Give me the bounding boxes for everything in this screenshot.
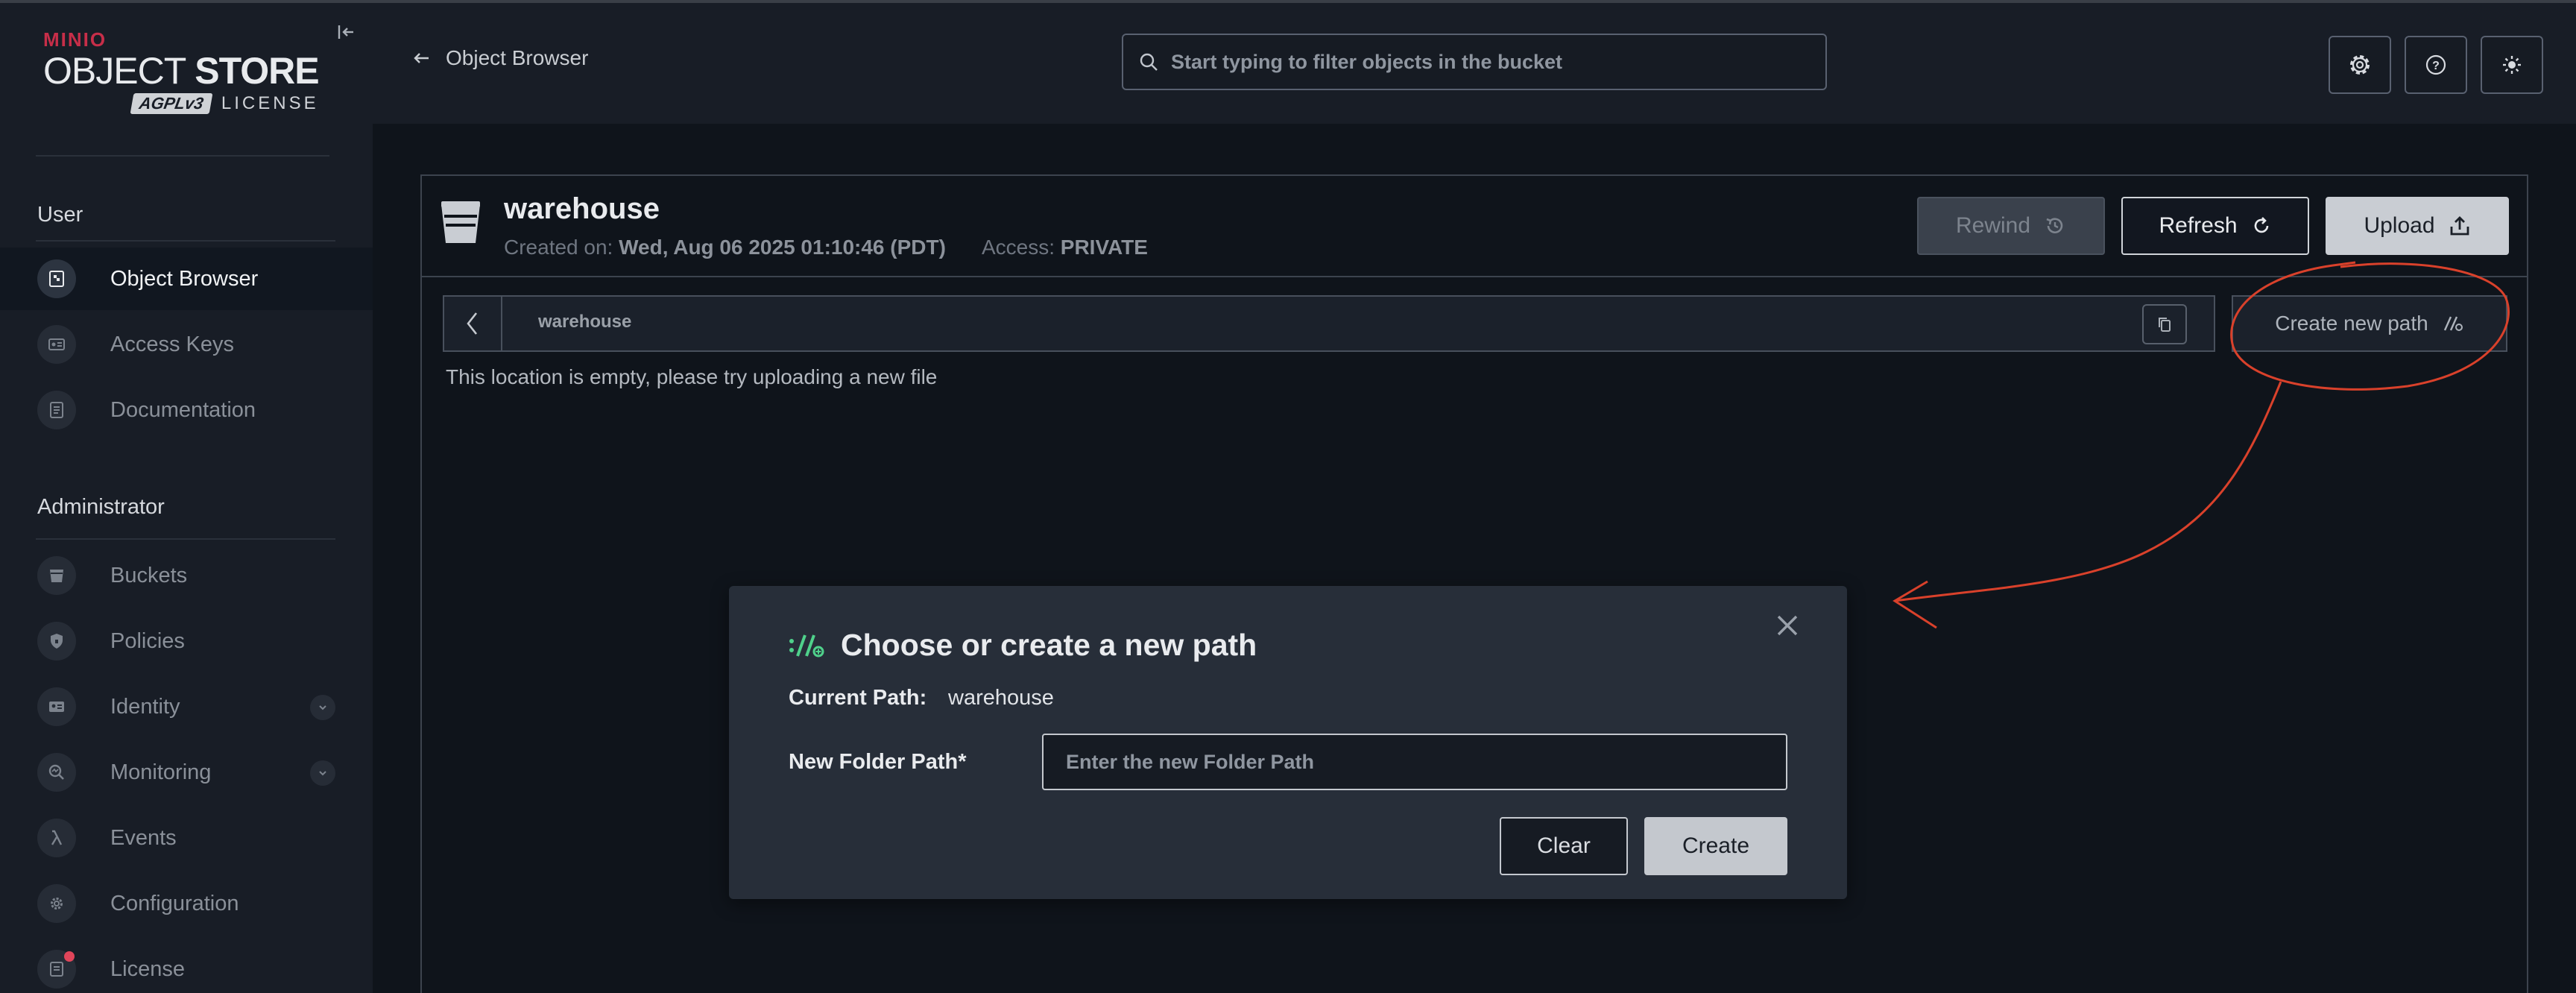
empty-location-message: This location is empty, please try uploa… xyxy=(446,365,938,388)
chevron-down-icon[interactable] xyxy=(310,760,335,786)
license-icon xyxy=(37,950,76,989)
top-header: Object Browser ? xyxy=(373,3,2576,124)
arrow-left-icon xyxy=(414,53,429,63)
sidebar-item-label: Object Browser xyxy=(110,266,259,291)
back-to-object-browser[interactable]: Object Browser xyxy=(413,46,588,70)
sidebar-divider xyxy=(36,155,329,157)
sidebar-group-administrator: Administrator xyxy=(37,495,165,519)
create-path-dialog: Choose or create a new path Current Path… xyxy=(729,586,1847,899)
sidebar-item-policies[interactable]: Policies xyxy=(0,610,373,672)
notification-dot xyxy=(64,951,75,962)
policy-shield-icon xyxy=(37,622,76,661)
identity-card-icon xyxy=(37,687,76,726)
sidebar-item-access-keys[interactable]: Access Keys xyxy=(0,313,373,376)
lambda-icon xyxy=(37,819,76,857)
current-path-value: warehouse xyxy=(948,686,1054,710)
object-filter-search[interactable] xyxy=(1122,34,1827,90)
created-value: Wed, Aug 06 2025 01:10:46 (PDT) xyxy=(619,236,946,259)
documentation-icon xyxy=(37,391,76,429)
sidebar-item-label: Policies xyxy=(110,628,185,653)
sidebar-divider xyxy=(36,240,335,242)
settings-icon xyxy=(2350,55,2370,75)
create-new-path-button[interactable]: Create new path xyxy=(2232,295,2507,352)
sidebar-item-label: Buckets xyxy=(110,563,188,587)
path-back-button[interactable] xyxy=(444,297,502,350)
bucket-icon xyxy=(37,556,76,595)
sidebar-item-label: Monitoring xyxy=(110,760,212,784)
collapse-sidebar-icon[interactable] xyxy=(334,22,358,46)
access-value: PRIVATE xyxy=(1060,236,1148,259)
sidebar-item-configuration[interactable]: Configuration xyxy=(0,872,373,935)
brand-product: OBJECT STORE xyxy=(43,50,320,92)
sidebar-item-object-browser[interactable]: Object Browser xyxy=(0,248,373,310)
svg-text:?: ? xyxy=(2432,60,2440,72)
copy-icon xyxy=(2159,318,2171,332)
sidebar-item-monitoring[interactable]: Monitoring xyxy=(0,741,373,804)
clear-button[interactable]: Clear xyxy=(1500,817,1628,875)
license-word: LICENSE xyxy=(221,93,319,113)
search-input[interactable] xyxy=(1171,50,1825,74)
refresh-icon xyxy=(2254,217,2268,233)
sidebar-item-documentation[interactable]: Documentation xyxy=(0,379,373,441)
dialog-title-text: Choose or create a new path xyxy=(841,628,1257,662)
create-new-path-label: Create new path xyxy=(2275,312,2428,335)
sidebar-item-events[interactable]: Events xyxy=(0,807,373,869)
sidebar: MINIO OBJECT STORE AGPLv3 LICENSE User O… xyxy=(0,3,373,993)
sidebar-item-label: Events xyxy=(110,825,177,850)
create-button[interactable]: Create xyxy=(1644,817,1787,875)
upload-button[interactable]: Upload xyxy=(2326,197,2509,255)
gear-icon xyxy=(37,884,76,923)
new-folder-path-label: New Folder Path* xyxy=(789,750,967,774)
copy-path-button[interactable] xyxy=(2142,304,2187,344)
settings-button[interactable] xyxy=(2329,36,2391,94)
theme-toggle-icon xyxy=(2503,56,2521,74)
upload-icon xyxy=(2450,216,2469,236)
new-folder-path-input[interactable] xyxy=(1042,734,1787,790)
bucket-header: warehouse Created on: Wed, Aug 06 2025 0… xyxy=(422,176,2527,277)
chevron-left-icon xyxy=(467,312,478,335)
current-path-label: Current Path: xyxy=(789,686,927,710)
back-label: Object Browser xyxy=(446,46,589,69)
new-path-icon xyxy=(789,634,824,657)
sidebar-item-identity[interactable]: Identity xyxy=(0,675,373,738)
bucket-meta: Created on: Wed, Aug 06 2025 01:10:46 (P… xyxy=(504,236,1148,259)
refresh-button[interactable]: Refresh xyxy=(2121,197,2309,255)
sidebar-divider xyxy=(36,538,335,540)
sidebar-item-license[interactable]: License xyxy=(0,938,373,993)
rewind-history-icon xyxy=(2046,218,2063,233)
sidebar-item-label: Configuration xyxy=(110,891,239,915)
sidebar-item-label: Identity xyxy=(110,694,180,719)
created-label: Created on: xyxy=(504,236,613,259)
bucket-icon xyxy=(440,200,482,248)
rewind-label: Rewind xyxy=(1955,213,2031,238)
path-breadcrumb-bar: warehouse xyxy=(443,295,2215,352)
monitoring-icon xyxy=(37,753,76,792)
new-path-icon xyxy=(2443,316,2463,331)
sidebar-item-buckets[interactable]: Buckets xyxy=(0,544,373,607)
bucket-name: warehouse xyxy=(504,192,660,225)
sidebar-item-label: License xyxy=(110,956,185,981)
rewind-button[interactable]: Rewind xyxy=(1917,197,2105,255)
dialog-title: Choose or create a new path xyxy=(787,628,1257,663)
theme-toggle-button[interactable] xyxy=(2481,36,2543,94)
current-path-breadcrumb[interactable]: warehouse xyxy=(538,312,631,332)
object-browser-icon xyxy=(37,259,76,298)
chevron-down-icon[interactable] xyxy=(310,695,335,720)
upload-label: Upload xyxy=(2364,213,2435,238)
close-icon[interactable] xyxy=(1771,611,1804,644)
brand-license: AGPLv3 LICENSE xyxy=(43,93,319,114)
brand-logo: MINIO OBJECT STORE AGPLv3 LICENSE xyxy=(43,28,320,114)
brand-company: MINIO xyxy=(43,28,107,51)
help-button[interactable]: ? xyxy=(2405,36,2467,94)
sidebar-item-label: Access Keys xyxy=(110,332,234,356)
sidebar-item-label: Documentation xyxy=(110,397,256,422)
help-icon: ? xyxy=(2425,54,2446,75)
sidebar-group-user: User xyxy=(37,203,83,227)
access-keys-icon xyxy=(37,325,76,364)
search-icon xyxy=(1140,53,1158,71)
license-badge: AGPLv3 xyxy=(130,93,213,114)
access-label: Access: xyxy=(981,236,1055,259)
refresh-label: Refresh xyxy=(2159,213,2238,238)
